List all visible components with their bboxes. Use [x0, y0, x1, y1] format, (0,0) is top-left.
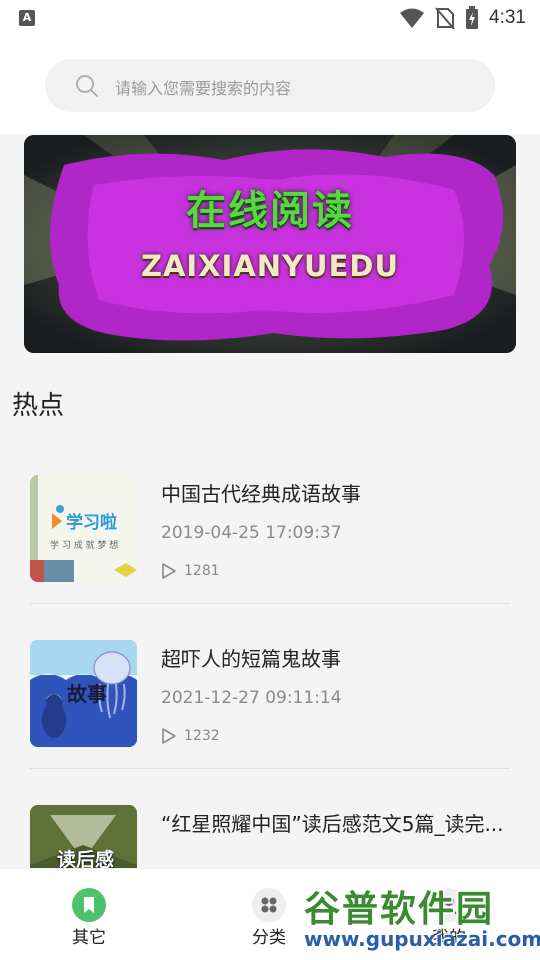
- no-sim-icon: [435, 7, 455, 30]
- article-play-count: 1281: [184, 563, 220, 579]
- article-thumbnail: 故事: [30, 640, 137, 747]
- article-title[interactable]: “红星照耀中国”读后感范文5篇_读完...: [161, 808, 511, 837]
- watermark-url: www.gupuxiazai.com: [304, 927, 540, 951]
- play-icon: [162, 728, 176, 744]
- search-input[interactable]: 请输入您需要搜索的内容: [115, 75, 291, 99]
- list-item[interactable]: 故事 超吓人的短篇鬼故事 2021-12-27 09:11:14 1232: [0, 605, 540, 770]
- banner-subtitle: ZAIXIANYUEDU: [140, 249, 400, 283]
- watermark: 谷普软件园 www.gupuxiazai.com: [296, 880, 540, 960]
- article-title[interactable]: 中国古代经典成语故事: [161, 478, 511, 507]
- article-thumbnail: 学习啦 学 习 成 就 梦 想: [30, 475, 137, 582]
- article-play-count: 1232: [184, 728, 220, 744]
- section-title: 热点: [12, 391, 65, 421]
- search-icon: [76, 75, 98, 97]
- nav-label: 其它: [72, 928, 106, 948]
- grid-icon: [252, 888, 286, 922]
- thumbnail-slogan: 学 习 成 就 梦 想: [50, 541, 119, 551]
- article-date: 2019-04-25 17:09:37: [161, 523, 342, 543]
- list-item[interactable]: 读后感 “红星照耀中国”读后感范文5篇_读完...: [0, 770, 540, 868]
- banner[interactable]: [24, 135, 516, 353]
- notification-icon: A: [19, 10, 35, 26]
- nav-item-other[interactable]: 其它: [29, 869, 149, 960]
- thumbnail-label: 故事: [67, 682, 107, 706]
- wifi-icon: [400, 8, 425, 28]
- banner-artwork: [24, 135, 516, 353]
- status-bar: A 4:31: [0, 0, 540, 36]
- thumbnail-logo-text: 学习啦: [66, 513, 117, 533]
- article-date: 2021-12-27 09:11:14: [161, 688, 342, 708]
- bookmark-icon: [72, 888, 106, 922]
- divider: [30, 603, 510, 604]
- divider: [30, 768, 510, 769]
- play-icon: [162, 563, 176, 579]
- app-screen: A 4:31 请输入您需要搜索的内容 在线阅读 ZAIXIANYUEDU 热点 …: [0, 0, 540, 960]
- list-item[interactable]: 学习啦 学 习 成 就 梦 想 中国古代经典成语故事 2019-04-25 17…: [0, 440, 540, 605]
- banner-title: 在线阅读: [186, 188, 354, 234]
- status-icons: 4:31: [399, 6, 526, 30]
- article-thumbnail: 读后感: [30, 805, 137, 868]
- watermark-logo-text: 谷普软件园: [304, 889, 495, 930]
- battery-charging-icon: [466, 6, 479, 29]
- article-title[interactable]: 超吓人的短篇鬼故事: [161, 643, 511, 672]
- search-bar[interactable]: 请输入您需要搜索的内容: [45, 59, 495, 112]
- header: A 4:31 请输入您需要搜索的内容: [0, 0, 540, 134]
- thumbnail-label: 读后感: [57, 849, 115, 868]
- status-time: 4:31: [489, 7, 526, 28]
